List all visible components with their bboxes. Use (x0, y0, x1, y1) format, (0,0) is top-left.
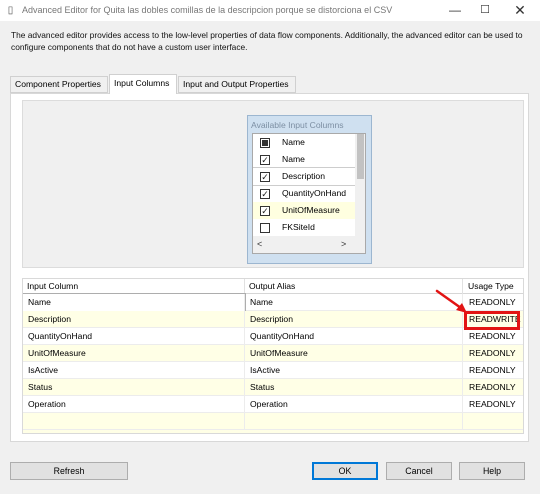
usage-type-cell[interactable]: READONLY (463, 379, 523, 396)
header-input-column[interactable]: Input Column (23, 279, 245, 294)
input-column-cell[interactable]: Name (23, 293, 246, 312)
output-alias-cell[interactable]: Status (245, 379, 463, 396)
column-checkbox-checked[interactable]: ✓ (260, 206, 270, 216)
output-alias-cell[interactable]: IsActive (245, 362, 463, 379)
usage-type-cell[interactable]: READONLY (463, 294, 523, 311)
cancel-button[interactable]: Cancel (386, 462, 452, 480)
list-item[interactable]: ✓ Name (253, 151, 356, 168)
usage-type-cell[interactable]: READONLY (463, 328, 523, 345)
document-icon: ▯ (7, 5, 14, 16)
table-row[interactable]: IsActive IsActive READONLY (23, 362, 523, 379)
input-column-cell[interactable]: Status (23, 379, 245, 396)
scroll-left-icon[interactable]: < (257, 236, 262, 253)
tab-input-columns[interactable]: Input Columns (109, 74, 177, 94)
list-item[interactable]: FKSiteId (253, 219, 356, 236)
list-item[interactable]: ✓ Description (253, 167, 357, 186)
list-item[interactable]: ✓ UnitOfMeasure (253, 202, 356, 219)
input-column-cell[interactable]: UnitOfMeasure (23, 345, 245, 362)
table-row[interactable]: Status Status READONLY (23, 379, 523, 396)
usage-type-cell[interactable]: READONLY (463, 345, 523, 362)
close-button[interactable]: ✕ (505, 0, 535, 22)
ok-button[interactable]: OK (312, 462, 378, 480)
table-row[interactable]: UnitOfMeasure UnitOfMeasure READONLY (23, 345, 523, 362)
table-row[interactable]: QuantityOnHand QuantityOnHand READONLY (23, 328, 523, 345)
column-checkbox-checked[interactable]: ✓ (260, 172, 270, 182)
list-scroll-thumb[interactable] (357, 134, 364, 179)
list-item-label: Description (282, 171, 325, 181)
list-header: Name (253, 134, 356, 151)
output-alias-cell[interactable]: QuantityOnHand (245, 328, 463, 345)
column-checkbox-checked[interactable]: ✓ (260, 155, 270, 165)
input-column-cell[interactable]: QuantityOnHand (23, 328, 245, 345)
refresh-button[interactable]: Refresh (10, 462, 128, 480)
input-column-cell[interactable]: Operation (23, 396, 245, 413)
empty-cell[interactable] (463, 413, 523, 430)
empty-row[interactable] (23, 413, 523, 430)
usage-type-cell[interactable]: READONLY (463, 362, 523, 379)
tab-input-and-output-properties[interactable]: Input and Output Properties (178, 76, 296, 93)
usage-type-cell[interactable]: READONLY (463, 396, 523, 413)
list-item-label: UnitOfMeasure (282, 205, 340, 215)
column-checkbox-unchecked[interactable] (260, 223, 270, 233)
output-alias-cell[interactable]: UnitOfMeasure (245, 345, 463, 362)
annotation-highlight-box (464, 311, 520, 330)
input-column-cell[interactable]: Description (23, 311, 245, 328)
list-item-label: QuantityOnHand (282, 188, 347, 198)
input-column-cell[interactable]: IsActive (23, 362, 245, 379)
select-all-checkbox[interactable] (260, 138, 270, 148)
list-item[interactable]: ✓ QuantityOnHand (253, 185, 356, 202)
header-output-alias[interactable]: Output Alias (245, 279, 463, 294)
list-item-label: Name (282, 154, 305, 164)
output-alias-cell[interactable]: Name (245, 294, 463, 311)
tab-component-properties[interactable]: Component Properties (10, 76, 108, 93)
maximize-button[interactable]: ☐ (470, 0, 500, 22)
editor-description: The advanced editor provides access to t… (11, 30, 523, 52)
table-row[interactable]: Operation Operation READONLY (23, 396, 523, 413)
header-usage-type[interactable]: Usage Type (463, 279, 523, 294)
list-item-label: FKSiteId (282, 222, 315, 232)
title-bar: ▯ Advanced Editor for Quita las dobles c… (0, 0, 540, 22)
list-horizontal-scrollbar[interactable]: < > (253, 236, 365, 253)
output-alias-cell[interactable]: Operation (245, 396, 463, 413)
available-input-columns-title: Available Input Columns (251, 120, 344, 130)
minimize-button[interactable]: — (440, 0, 470, 22)
output-alias-cell[interactable]: Description (245, 311, 463, 328)
list-header-label: Name (282, 137, 305, 147)
empty-cell[interactable] (23, 413, 245, 430)
scroll-right-icon[interactable]: > (341, 236, 346, 253)
empty-cell[interactable] (245, 413, 463, 430)
window-title: Advanced Editor for Quita las dobles com… (22, 5, 393, 15)
column-checkbox-checked[interactable]: ✓ (260, 189, 270, 199)
help-button[interactable]: Help (459, 462, 525, 480)
